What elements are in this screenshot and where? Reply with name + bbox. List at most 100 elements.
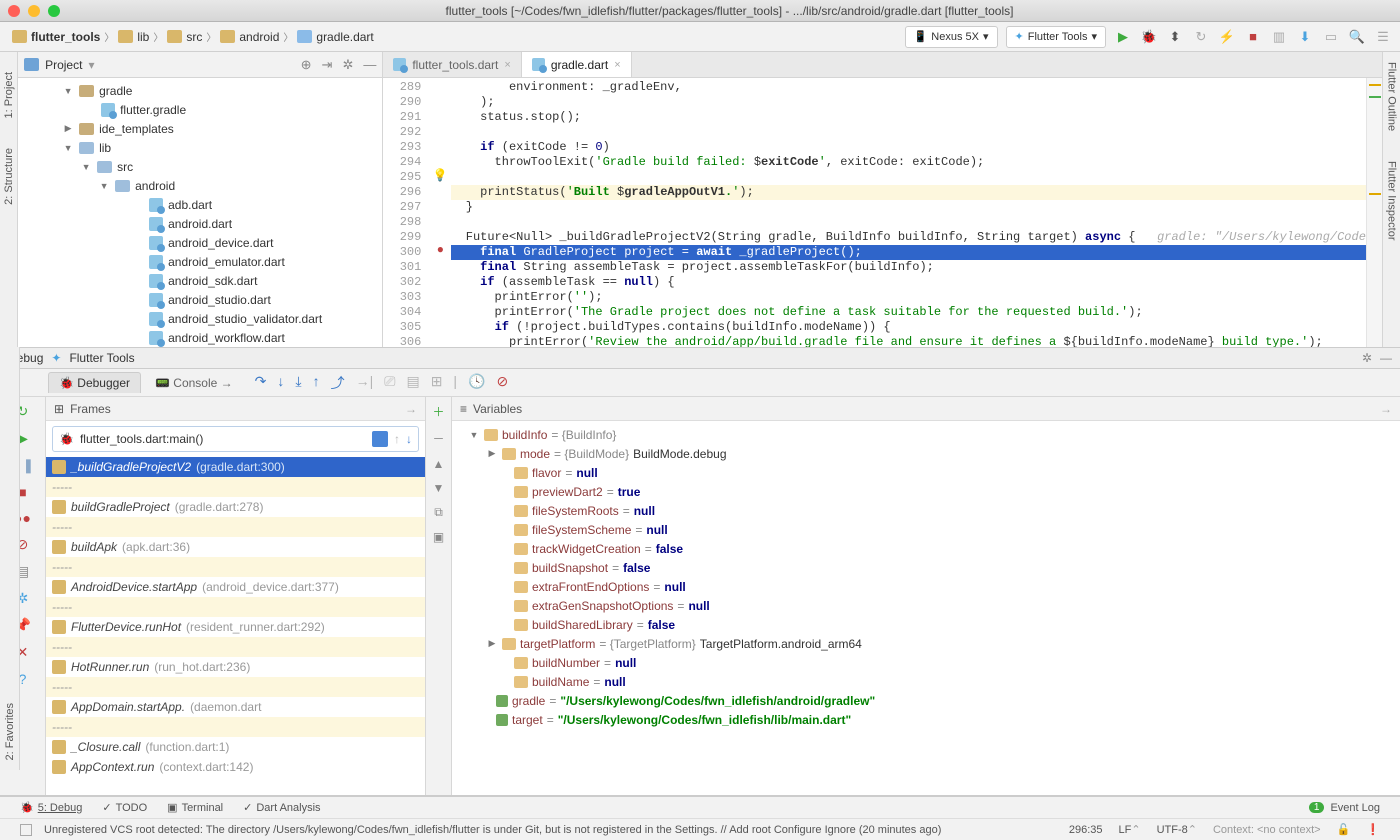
- tree-node[interactable]: ▼lib: [18, 138, 382, 157]
- tree-node[interactable]: android_emulator.dart: [18, 252, 382, 271]
- editor-tab[interactable]: gradle.dart×: [522, 52, 632, 77]
- attach-button[interactable]: ⚡: [1218, 28, 1236, 46]
- avd-button[interactable]: ▭: [1322, 28, 1340, 46]
- variable-row[interactable]: fileSystemScheme = null: [452, 520, 1400, 539]
- down-icon[interactable]: ▼: [433, 481, 445, 495]
- variable-row[interactable]: fileSystemRoots = null: [452, 501, 1400, 520]
- tree-node[interactable]: ▶ide_templates: [18, 119, 382, 138]
- tree-node[interactable]: android_studio_validator.dart: [18, 309, 382, 328]
- debug-button[interactable]: 🐞: [1140, 28, 1158, 46]
- editor-tab[interactable]: flutter_tools.dart×: [383, 52, 521, 77]
- project-tree[interactable]: ▼gradleflutter.gradle▶ide_templates▼lib▼…: [18, 78, 382, 347]
- eval-expr-icon[interactable]: ⎚: [384, 373, 395, 393]
- more-icon[interactable]: ☰: [1374, 28, 1392, 46]
- stack-frame[interactable]: -----: [46, 717, 425, 737]
- stack-frame[interactable]: -----: [46, 637, 425, 657]
- variable-row[interactable]: buildSharedLibrary = false: [452, 615, 1400, 634]
- variable-row[interactable]: buildName = null: [452, 672, 1400, 691]
- settings-icon[interactable]: ✲: [342, 57, 353, 73]
- tab-project[interactable]: 1: Project: [3, 72, 15, 118]
- variable-row[interactable]: gradle = "/Users/kylewong/Codes/fwn_idle…: [452, 691, 1400, 710]
- clock-icon[interactable]: 🕓: [468, 373, 485, 393]
- inspect-icon[interactable]: ▣: [433, 530, 444, 544]
- stack-frame[interactable]: buildGradleProject (gradle.dart:278): [46, 497, 425, 517]
- profile-button[interactable]: ↻: [1192, 28, 1210, 46]
- tree-node[interactable]: flutter.gradle: [18, 100, 382, 119]
- observe-icon[interactable]: ⊞: [431, 373, 443, 393]
- target-icon[interactable]: ⊕: [301, 57, 312, 73]
- stack-frame[interactable]: AndroidDevice.startApp (android_device.d…: [46, 577, 425, 597]
- search-icon[interactable]: 🔍: [1348, 28, 1366, 46]
- step-over-icon[interactable]: ↷: [255, 373, 267, 393]
- tab-event-log[interactable]: Event Log: [1330, 802, 1380, 814]
- run-button[interactable]: ▶: [1114, 28, 1132, 46]
- project-label[interactable]: Project: [45, 58, 82, 72]
- run-to-cursor-icon[interactable]: →|: [356, 373, 374, 393]
- sync-button[interactable]: ⬇: [1296, 28, 1314, 46]
- tree-node[interactable]: android_workflow.dart: [18, 328, 382, 347]
- tab-console[interactable]: 📟 Console →: [145, 373, 243, 393]
- hide-icon[interactable]: —: [363, 57, 376, 73]
- tree-node[interactable]: ▼gradle: [18, 81, 382, 100]
- tree-node[interactable]: android_studio.dart: [18, 290, 382, 309]
- step-into-icon[interactable]: ↓: [277, 373, 284, 393]
- stop-button[interactable]: ■: [1244, 28, 1262, 46]
- max-dot[interactable]: [48, 5, 60, 17]
- tab-todo[interactable]: ✓ TODO: [102, 801, 147, 814]
- tab-terminal[interactable]: ▣ Terminal: [167, 801, 223, 814]
- variable-row[interactable]: target = "/Users/kylewong/Codes/fwn_idle…: [452, 710, 1400, 729]
- tab-debug[interactable]: 🐞 5: Debug: [20, 801, 82, 814]
- variable-row[interactable]: buildNumber = null: [452, 653, 1400, 672]
- tree-node[interactable]: ▼src: [18, 157, 382, 176]
- trace-icon[interactable]: ▤: [406, 373, 419, 393]
- variable-list[interactable]: ▼buildInfo = {BuildInfo}▶mode = {BuildMo…: [452, 421, 1400, 795]
- variable-row[interactable]: extraGenSnapshotOptions = null: [452, 596, 1400, 615]
- tab-flutter-outline[interactable]: Flutter Outline: [1385, 62, 1397, 131]
- code-area[interactable]: environment: _gradleEnv, ); status.stop(…: [451, 78, 1366, 347]
- stack-frame[interactable]: AppContext.run (context.dart:142): [46, 757, 425, 777]
- stack-frame[interactable]: HotRunner.run (run_hot.dart:236): [46, 657, 425, 677]
- layout-button[interactable]: ▥: [1270, 28, 1288, 46]
- drop-frame-icon[interactable]: ⤴: [331, 373, 345, 393]
- error-stripe[interactable]: [1366, 78, 1382, 347]
- add-watch-icon[interactable]: ＋: [432, 403, 444, 420]
- hide-debug[interactable]: —: [1380, 351, 1392, 365]
- caret-pos[interactable]: 296:35: [1069, 824, 1103, 836]
- tree-node[interactable]: ▼android: [18, 176, 382, 195]
- variable-row[interactable]: buildSnapshot = false: [452, 558, 1400, 577]
- context-label[interactable]: Context: <no context>: [1213, 824, 1321, 836]
- window-controls[interactable]: [8, 5, 60, 17]
- crumb-3[interactable]: android: [216, 30, 283, 44]
- gear-icon[interactable]: ✲: [1362, 351, 1372, 365]
- close-dot[interactable]: [8, 5, 20, 17]
- tab-dart-analysis[interactable]: ✓ Dart Analysis: [243, 801, 320, 814]
- mute-bp-icon[interactable]: ⊘: [497, 373, 509, 393]
- stack-frame[interactable]: -----: [46, 597, 425, 617]
- tab-flutter-inspector[interactable]: Flutter Inspector: [1385, 161, 1397, 240]
- variable-row[interactable]: previewDart2 = true: [452, 482, 1400, 501]
- variable-row[interactable]: ▶targetPlatform = {TargetPlatform} Targe…: [452, 634, 1400, 653]
- collapse-icon[interactable]: ⇥: [322, 57, 333, 73]
- variable-row[interactable]: ▼buildInfo = {BuildInfo}: [452, 425, 1400, 444]
- crumb-2[interactable]: src: [163, 30, 206, 44]
- tree-node[interactable]: android.dart: [18, 214, 382, 233]
- run-config-selector[interactable]: ✦Flutter Tools▾: [1006, 26, 1106, 48]
- tab-favorites[interactable]: 2: Favorites: [4, 703, 16, 760]
- variable-row[interactable]: trackWidgetCreation = false: [452, 539, 1400, 558]
- device-selector[interactable]: 📱Nexus 5X▾: [905, 26, 998, 48]
- code-editor[interactable]: 2892902912922932942952962972982993003013…: [383, 78, 1382, 347]
- crumb-1[interactable]: lib: [114, 30, 153, 44]
- stack-frame[interactable]: -----: [46, 557, 425, 577]
- stack-frame[interactable]: buildApk (apk.dart:36): [46, 537, 425, 557]
- error-count-icon[interactable]: ❗: [1366, 823, 1380, 836]
- tree-node[interactable]: adb.dart: [18, 195, 382, 214]
- remove-watch-icon[interactable]: －: [432, 430, 444, 447]
- stack-frame[interactable]: _Closure.call (function.dart:1): [46, 737, 425, 757]
- force-step-into-icon[interactable]: ⤓: [295, 373, 301, 393]
- variable-row[interactable]: extraFrontEndOptions = null: [452, 577, 1400, 596]
- stack-frame[interactable]: FlutterDevice.runHot (resident_runner.da…: [46, 617, 425, 637]
- coverage-button[interactable]: ⬍: [1166, 28, 1184, 46]
- thread-selector[interactable]: 🐞 flutter_tools.dart:main() ↑↓: [52, 426, 419, 452]
- crumb-4[interactable]: gradle.dart: [293, 30, 377, 44]
- lock-icon[interactable]: 🔓: [1337, 823, 1351, 836]
